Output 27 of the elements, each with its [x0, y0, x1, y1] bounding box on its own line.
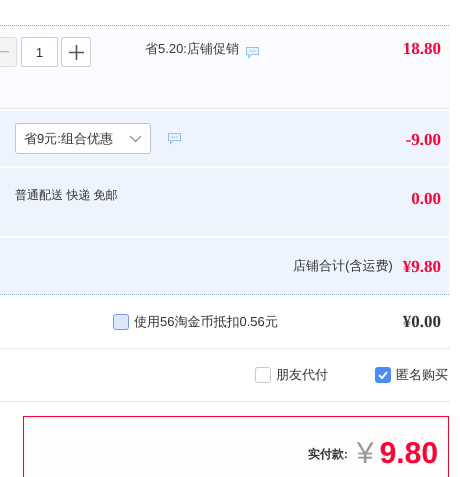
- checkbox-label[interactable]: 朋友代付: [276, 366, 328, 384]
- shop-total-amount: ¥9.80: [402, 257, 441, 277]
- coin-deduction-amount: ¥0.00: [402, 312, 441, 332]
- minus-icon: [0, 51, 9, 53]
- payment-label: 实付款:: [308, 446, 348, 463]
- increase-button[interactable]: [61, 37, 91, 67]
- shop-total-label: 店铺合计(含运费): [293, 257, 393, 275]
- chevron-down-icon: [129, 134, 142, 142]
- currency-symbol: ¥: [356, 439, 374, 469]
- item-price: 18.80: [402, 39, 441, 59]
- checkbox-label[interactable]: 匿名购买: [396, 366, 448, 384]
- payment-amount: 9.80: [380, 439, 438, 469]
- plus-icon: [68, 44, 84, 60]
- checkbox-label[interactable]: 使用56淘金币抵扣0.56元: [134, 312, 278, 330]
- decrease-button[interactable]: [0, 37, 17, 67]
- discount-amount: -9.00: [406, 130, 441, 150]
- checkmark-icon: [378, 371, 388, 379]
- shipping-fee: 0.00: [411, 189, 441, 209]
- checkbox[interactable]: [113, 314, 129, 330]
- checkbox[interactable]: [375, 367, 391, 383]
- shipping-method: 普通配送 快递 免邮: [15, 187, 118, 204]
- discount-dropdown[interactable]: 省9元:组合优惠: [15, 123, 151, 154]
- quantity-field[interactable]: 1: [21, 37, 58, 67]
- comment-icon[interactable]: [244, 46, 260, 59]
- checkbox[interactable]: [255, 367, 271, 383]
- promotion-text: 省5.20:店铺促销: [145, 40, 239, 58]
- comment-icon[interactable]: [167, 132, 182, 145]
